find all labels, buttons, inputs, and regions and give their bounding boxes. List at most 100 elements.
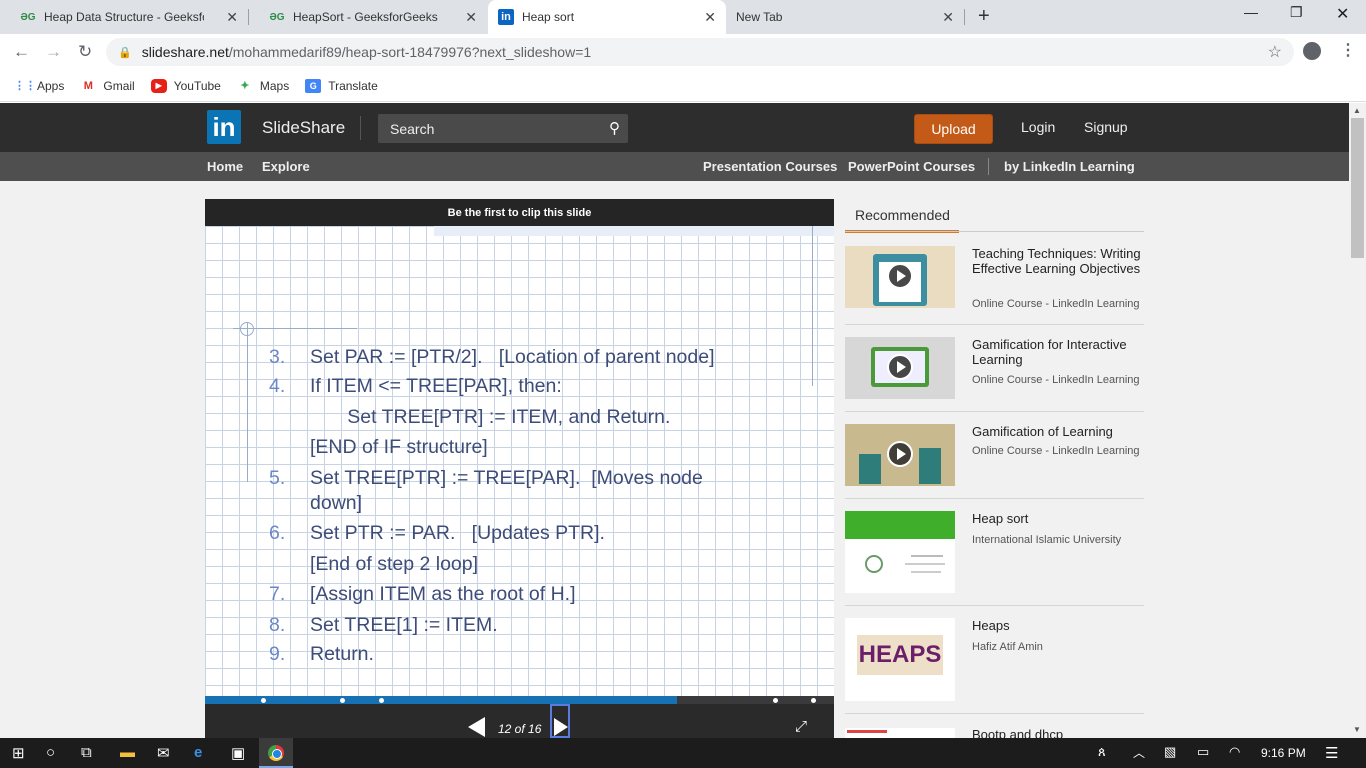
slide-progress-fill bbox=[205, 696, 677, 704]
browser-tab-4[interactable]: New Tab ✕ bbox=[726, 0, 964, 34]
forward-arrow-icon[interactable]: → bbox=[45, 42, 62, 62]
close-icon[interactable]: ✕ bbox=[226, 9, 238, 26]
recommended-item[interactable]: Heap sort International Islamic Universi… bbox=[845, 511, 1144, 606]
previous-slide-icon[interactable] bbox=[468, 717, 485, 737]
scroll-thumb[interactable] bbox=[1351, 118, 1364, 258]
people-icon[interactable]: ጰ bbox=[1098, 744, 1106, 760]
nav-linkedin-learning[interactable]: by LinkedIn Learning bbox=[1004, 159, 1135, 174]
recommended-thumbnail[interactable] bbox=[845, 728, 955, 738]
tab-recommended[interactable]: Recommended bbox=[845, 199, 959, 233]
scroll-down-icon[interactable]: ▼ bbox=[1353, 725, 1361, 734]
tab-label: HeapSort - GeeksforGeeks bbox=[293, 10, 438, 24]
header-divider bbox=[360, 116, 361, 140]
progress-marker[interactable] bbox=[773, 698, 778, 703]
recommended-thumbnail[interactable] bbox=[845, 511, 955, 593]
recommended-item[interactable]: Gamification of Learning Online Course -… bbox=[845, 424, 1144, 499]
recommended-title[interactable]: Bootp and dhcp bbox=[972, 727, 1144, 738]
recommended-item[interactable]: Bootp and dhcp bbox=[845, 726, 1144, 738]
tab-label: Heap Data Structure - GeeksforG bbox=[44, 10, 204, 24]
close-icon[interactable]: ✕ bbox=[942, 9, 954, 26]
file-explorer-icon[interactable]: ▬ bbox=[120, 744, 135, 761]
upload-button[interactable]: Upload bbox=[914, 114, 993, 144]
recommended-thumbnail[interactable] bbox=[845, 424, 955, 486]
recommended-item[interactable]: Teaching Techniques: Writing Effective L… bbox=[845, 246, 1144, 325]
progress-marker[interactable] bbox=[340, 698, 345, 703]
progress-marker[interactable] bbox=[261, 698, 266, 703]
reload-icon[interactable]: ↻ bbox=[78, 42, 92, 62]
progress-marker[interactable] bbox=[379, 698, 384, 703]
window-close-icon[interactable]: ✕ bbox=[1336, 4, 1349, 24]
chrome-taskbar-button[interactable] bbox=[259, 738, 293, 768]
fullscreen-icon[interactable]: ⤢ bbox=[795, 718, 807, 735]
chrome-icon bbox=[268, 745, 284, 761]
recommended-thumbnail[interactable] bbox=[845, 246, 955, 308]
taskbar-clock[interactable]: 9:16 PM bbox=[1261, 746, 1306, 760]
bookmark-youtube[interactable]: ▶ YouTube bbox=[150, 78, 221, 93]
recommended-title[interactable]: Teaching Techniques: Writing Effective L… bbox=[972, 246, 1144, 276]
recommended-thumbnail[interactable]: HEAPS bbox=[845, 618, 955, 701]
scroll-up-icon[interactable]: ▲ bbox=[1353, 106, 1361, 115]
windows-start-icon[interactable]: ⊞ bbox=[12, 744, 25, 762]
slide-progress-bar[interactable] bbox=[205, 696, 834, 704]
next-slide-button[interactable] bbox=[550, 704, 570, 738]
signup-link[interactable]: Signup bbox=[1084, 119, 1128, 135]
line-number: 6. bbox=[269, 522, 286, 544]
bookmark-maps[interactable]: ✦ Maps bbox=[237, 79, 289, 93]
edge-icon[interactable]: e bbox=[194, 744, 202, 761]
recommended-thumbnail[interactable] bbox=[845, 337, 955, 399]
close-icon[interactable]: ✕ bbox=[465, 9, 477, 26]
nav-powerpoint-courses[interactable]: PowerPoint Courses bbox=[848, 159, 975, 174]
apps-grid-icon: ⋮⋮ bbox=[14, 79, 36, 92]
close-icon[interactable]: ✕ bbox=[704, 9, 716, 26]
browser-toolbar: ← → ↻ 🔒 slideshare.net/mohammedarif89/he… bbox=[0, 34, 1366, 70]
browser-tab-1[interactable]: ƏG Heap Data Structure - GeeksforG ✕ bbox=[0, 0, 248, 34]
mail-icon[interactable]: ✉ bbox=[157, 744, 170, 762]
gfg-icon: ƏG bbox=[20, 11, 36, 23]
browser-tab-2[interactable]: ƏG HeapSort - GeeksforGeeks ✕ bbox=[249, 0, 487, 34]
search-placeholder: Search bbox=[390, 120, 435, 137]
back-arrow-icon[interactable]: ← bbox=[13, 42, 30, 62]
line-number: 9. bbox=[269, 643, 286, 665]
store-icon[interactable]: ▣ bbox=[231, 744, 245, 762]
nav-presentation-courses[interactable]: Presentation Courses bbox=[703, 159, 837, 174]
address-bar[interactable]: 🔒 slideshare.net/mohammedarif89/heap-sor… bbox=[106, 38, 1294, 66]
browser-tab-3-active[interactable]: in Heap sort ✕ bbox=[488, 0, 726, 34]
bookmark-translate[interactable]: G Translate bbox=[305, 78, 378, 93]
task-view-icon[interactable]: ⧉ bbox=[81, 744, 92, 761]
search-circle-icon[interactable]: ○ bbox=[46, 744, 55, 761]
page-scrollbar[interactable]: ▲ ▼ bbox=[1349, 103, 1366, 738]
browser-menu-icon[interactable]: ⋮ bbox=[1340, 40, 1356, 60]
bookmark-apps[interactable]: ⋮⋮ Apps bbox=[14, 79, 64, 93]
lock-icon: 🔒 bbox=[118, 46, 132, 59]
login-link[interactable]: Login bbox=[1021, 119, 1055, 135]
slideshare-brand[interactable]: SlideShare bbox=[262, 118, 345, 138]
clip-banner[interactable]: Be the first to clip this slide bbox=[205, 199, 834, 226]
search-icon[interactable]: ⚲ bbox=[609, 119, 620, 137]
battery-icon[interactable]: ▭ bbox=[1197, 744, 1209, 760]
recommended-title[interactable]: Heaps bbox=[972, 618, 1144, 633]
wifi-icon[interactable]: ◠ bbox=[1229, 744, 1240, 760]
linkedin-logo-icon[interactable]: in bbox=[207, 110, 241, 144]
bookmark-star-icon[interactable]: ☆ bbox=[1268, 42, 1282, 62]
slide-canvas: 3. Set PAR := [PTR/2]. [Location of pare… bbox=[205, 226, 834, 696]
profile-avatar-icon[interactable] bbox=[1303, 42, 1321, 60]
bookmark-label: Apps bbox=[37, 78, 65, 93]
recommended-title[interactable]: Gamification of Learning bbox=[972, 424, 1144, 439]
minimize-icon[interactable]: — bbox=[1244, 4, 1258, 20]
recommended-title[interactable]: Gamification for Interactive Learning bbox=[972, 337, 1144, 367]
chevron-up-icon[interactable]: ︿ bbox=[1133, 744, 1145, 761]
line-text: If ITEM <= TREE[PAR], then: bbox=[310, 375, 562, 397]
restore-icon[interactable]: ❐ bbox=[1290, 4, 1303, 21]
bookmark-gmail[interactable]: M Gmail bbox=[80, 79, 135, 93]
new-tab-plus-icon[interactable]: + bbox=[978, 5, 990, 28]
recommended-item[interactable]: Gamification for Interactive Learning On… bbox=[845, 337, 1144, 412]
defender-icon[interactable]: ▧ bbox=[1164, 744, 1176, 760]
recommended-title[interactable]: Heap sort bbox=[972, 511, 1144, 526]
progress-marker[interactable] bbox=[811, 698, 816, 703]
notifications-icon[interactable]: ☰ bbox=[1325, 744, 1338, 762]
nav-home[interactable]: Home bbox=[207, 159, 243, 174]
nav-explore[interactable]: Explore bbox=[262, 159, 310, 174]
search-input[interactable]: Search ⚲ bbox=[378, 114, 628, 143]
recommended-item[interactable]: HEAPS Heaps Hafiz Atif Amin bbox=[845, 618, 1144, 714]
slide-guide-line bbox=[812, 226, 813, 386]
